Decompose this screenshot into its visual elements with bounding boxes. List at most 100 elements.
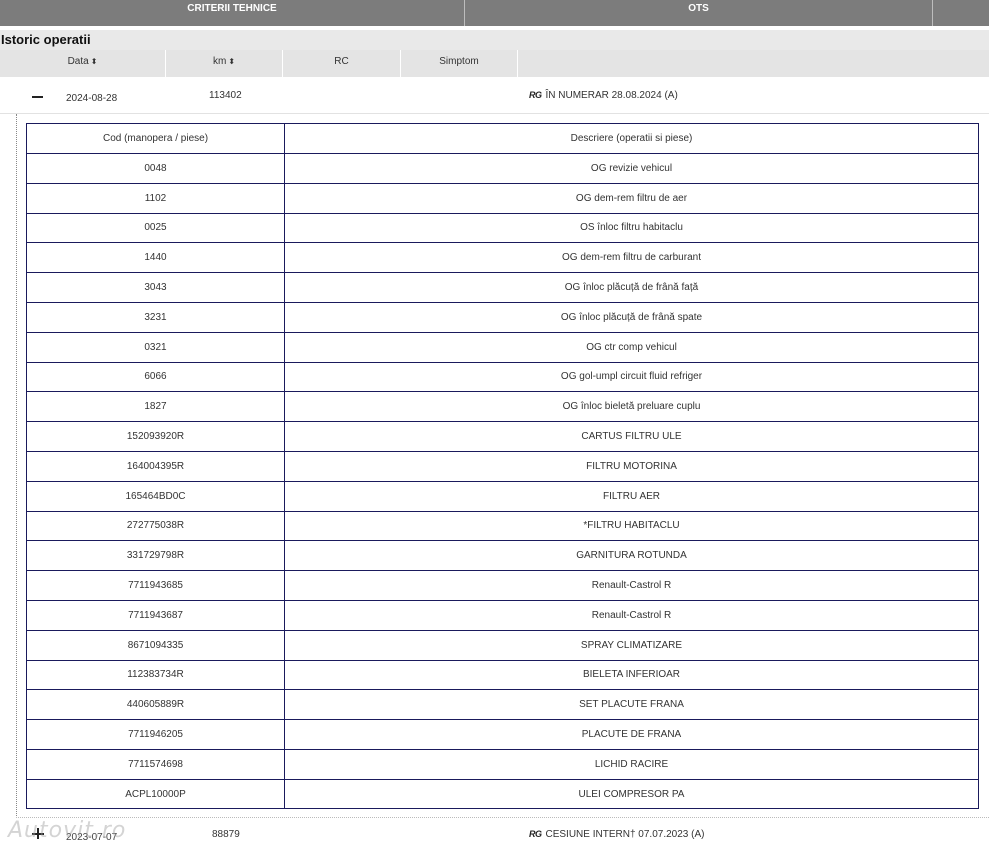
rg-logo-icon: RG xyxy=(529,90,542,100)
column-header-symptom[interactable]: Simptom xyxy=(401,50,517,77)
detail-table-row: 8671094335 SPRAY CLIMATIZARE xyxy=(27,631,978,661)
detail-description-cell: OG dem-rem filtru de aer xyxy=(575,193,688,204)
detail-code-cell: 7711574698 xyxy=(128,759,183,770)
record-km: 88879 xyxy=(212,829,240,840)
detail-description-cell: SPRAY CLIMATIZARE xyxy=(580,640,683,651)
column-header-date[interactable]: Data ⬍ xyxy=(0,50,165,77)
detail-code-cell: 165464BD0C xyxy=(125,491,186,502)
detail-code-cell: 331729798R xyxy=(126,550,185,561)
record-description: RG CESIUNE INTERN† 07.07.2023 (A) xyxy=(529,829,704,840)
detail-table-row: 6066 OG gol-umpl circuit fluid refriger xyxy=(27,363,978,392)
detail-description-cell: FILTRU AER xyxy=(602,491,661,502)
detail-description-cell: FILTRU MOTORINA xyxy=(586,461,677,472)
detail-description-cell: LICHID RACIRE xyxy=(594,759,669,770)
detail-table-row: 7711574698 LICHID RACIRE xyxy=(27,750,978,780)
detail-code-cell: 1827 xyxy=(144,401,167,412)
history-record-row[interactable]: 2024-08-28 113402 RG ÎN NUMERAR 28.08.202… xyxy=(0,78,989,114)
detail-description-cell: ULEI COMPRESOR PA xyxy=(578,789,685,800)
detail-code-cell: 8671094335 xyxy=(127,640,184,651)
column-header-km[interactable]: km ⬍ xyxy=(166,50,282,77)
record-description-text: ÎN NUMERAR 28.08.2024 (A) xyxy=(545,90,678,101)
detail-header-description: Descriere (operatii si piese) xyxy=(570,133,693,144)
column-header-date-label: Data xyxy=(67,56,89,67)
detail-code-cell: 272775038R xyxy=(126,520,185,531)
detail-description-cell: GARNITURA ROTUNDA xyxy=(576,550,687,561)
tab-bar: CRITERII TEHNICE OTS xyxy=(0,0,989,26)
record-description-text: CESIUNE INTERN† 07.07.2023 (A) xyxy=(545,829,705,840)
detail-table-row: 165464BD0C FILTRU AER xyxy=(27,482,978,512)
detail-description-cell: OG ctr comp vehicul xyxy=(586,342,677,353)
history-record-row[interactable]: 2023-07-07 88879 RG CESIUNE INTERN† 07.07… xyxy=(0,820,989,850)
detail-description-cell: Renault-Castrol R xyxy=(591,580,672,591)
detail-description-cell: OG dem-rem filtru de carburant xyxy=(562,252,701,263)
detail-code-cell: 0321 xyxy=(144,342,167,353)
detail-description-cell: OG înloc plăcuță de frână față xyxy=(564,282,699,293)
detail-table-row: 112383734R BIELETA INFERIOAR xyxy=(27,661,978,690)
detail-table-row: 7711943685 Renault-Castrol R xyxy=(27,571,978,601)
detail-table-row: 164004395R FILTRU MOTORINA xyxy=(27,452,978,482)
detail-description-cell: BIELETA INFERIOAR xyxy=(582,669,681,680)
detail-table-row: 1102 OG dem-rem filtru de aer xyxy=(27,184,978,214)
detail-description-cell: OG înloc plăcuță de frână spate xyxy=(560,312,703,323)
detail-description-cell: *FILTRU HABITACLU xyxy=(583,520,680,531)
rg-logo-icon: RG xyxy=(529,829,542,839)
tab-extra[interactable] xyxy=(933,0,989,26)
detail-code-cell: 152093920R xyxy=(126,431,185,442)
detail-description-cell: OG revizie vehicul xyxy=(590,163,673,174)
detail-code-cell: 0025 xyxy=(144,222,167,233)
detail-table-row: 331729798R GARNITURA ROTUNDA xyxy=(27,541,978,571)
detail-column-separator xyxy=(284,124,285,808)
sort-icon: ⬍ xyxy=(228,57,236,66)
detail-table-row: 0321 OG ctr comp vehicul xyxy=(27,333,978,363)
detail-code-cell: 7711943687 xyxy=(128,610,183,621)
detail-code-cell: 1102 xyxy=(144,193,167,204)
detail-code-cell: 7711946205 xyxy=(128,729,183,740)
detail-table-row: 1827 OG înloc bieletă preluare cuplu xyxy=(27,392,978,422)
detail-table-row: 1440 OG dem-rem filtru de carburant xyxy=(27,243,978,273)
detail-code-cell: 112383734R xyxy=(127,669,184,680)
detail-description-cell: OG înloc bieletă preluare cuplu xyxy=(562,401,701,412)
record-date: 2024-08-28 xyxy=(66,93,118,104)
detail-code-cell: 7711943685 xyxy=(128,580,183,591)
detail-code-cell: ACPL10000P xyxy=(125,789,186,800)
detail-table-row: 7711943687 Renault-Castrol R xyxy=(27,601,978,631)
record-km: 113402 xyxy=(209,90,242,101)
tab-ots[interactable]: OTS xyxy=(465,0,933,26)
detail-description-cell: Renault-Castrol R xyxy=(591,610,672,621)
sort-icon: ⬍ xyxy=(90,57,98,66)
detail-code-cell: 164004395R xyxy=(126,461,185,472)
detail-table-row: 7711946205 PLACUTE DE FRANA xyxy=(27,720,978,750)
watermark-logo: Autovit.ro xyxy=(8,818,127,843)
detail-table-row: 0048 OG revizie vehicul xyxy=(27,154,978,184)
detail-code-cell: 0048 xyxy=(144,163,167,174)
record-description: RG ÎN NUMERAR 28.08.2024 (A) xyxy=(529,90,678,101)
detail-description-cell: SET PLACUTE FRANA xyxy=(579,699,684,710)
detail-table-row: 0025 OS înloc filtru habitaclu xyxy=(27,214,978,243)
detail-description-cell: OS înloc filtru habitaclu xyxy=(580,222,683,233)
tab-criterii-tehnice[interactable]: CRITERII TEHNICE xyxy=(0,0,465,26)
detail-table-row: 152093920R CARTUS FILTRU ULE xyxy=(27,422,978,452)
detail-code-cell: 1440 xyxy=(144,252,167,263)
detail-code-cell: 3231 xyxy=(144,312,167,323)
column-header-description xyxy=(518,50,989,77)
detail-table-row: 3231 OG înloc plăcuță de frână spate xyxy=(27,303,978,333)
detail-table-row: ACPL10000P ULEI COMPRESOR PA xyxy=(27,780,978,809)
collapse-icon[interactable] xyxy=(31,86,45,100)
column-header-km-label: km xyxy=(212,56,227,67)
column-header-rc[interactable]: RC xyxy=(283,50,400,77)
detail-code-cell: 440605889R xyxy=(126,699,185,710)
detail-description-cell: PLACUTE DE FRANA xyxy=(581,729,682,740)
detail-table-header: Cod (manopera / piese) Descriere (operat… xyxy=(27,124,978,154)
operations-detail-table: Cod (manopera / piese) Descriere (operat… xyxy=(26,123,979,809)
detail-table-row: 3043 OG înloc plăcuță de frână față xyxy=(27,273,978,303)
tree-connector-line xyxy=(16,114,17,818)
detail-table-row: 440605889R SET PLACUTE FRANA xyxy=(27,690,978,720)
detail-table-row: 272775038R *FILTRU HABITACLU xyxy=(27,512,978,541)
detail-code-cell: 6066 xyxy=(144,371,167,382)
detail-code-cell: 3043 xyxy=(144,282,167,293)
detail-description-cell: CARTUS FILTRU ULE xyxy=(581,431,682,442)
tree-connector-line xyxy=(16,817,989,818)
detail-header-code: Cod (manopera / piese) xyxy=(102,133,209,144)
detail-description-cell: OG gol-umpl circuit fluid refriger xyxy=(560,371,703,382)
section-title: Istoric operatii xyxy=(0,30,989,50)
